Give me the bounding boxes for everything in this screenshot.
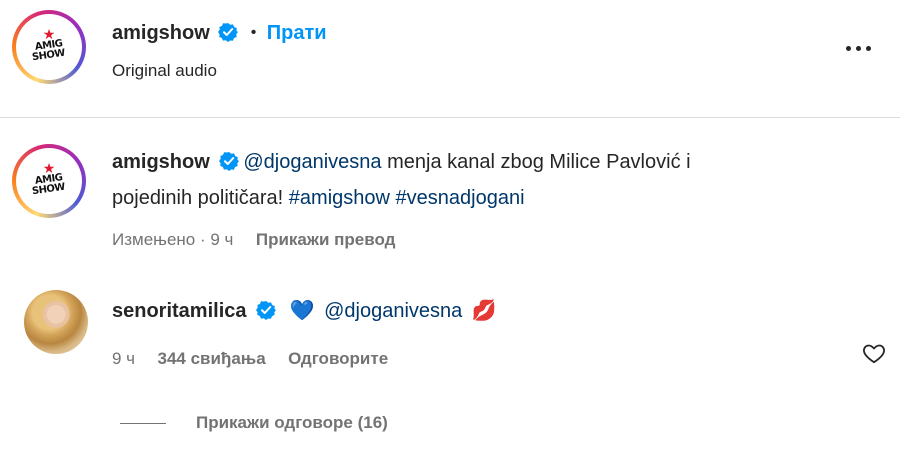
amigshow-logo: ★ AMIG SHOW (20, 18, 78, 76)
amigshow-logo: ★ AMIG SHOW (20, 152, 78, 210)
separator-dot: • (250, 24, 257, 41)
like-comment-button[interactable] (862, 342, 886, 364)
more-horizontal-icon (846, 45, 871, 51)
view-replies-button[interactable]: Прикажи одговоре (16) (120, 413, 388, 433)
caption-meta: Измењено · 9 ч Прикажи превод (112, 230, 395, 250)
caption-text-line1: menja kanal zbog Milice Pavlović i (381, 151, 691, 173)
commenter-avatar[interactable] (24, 290, 88, 354)
header-subtitle[interactable]: Original audio (112, 61, 217, 81)
caption-username[interactable]: amigshow (112, 151, 210, 173)
caption-mention-link[interactable]: @djoganivesna (243, 151, 381, 173)
more-options-button[interactable] (846, 38, 876, 58)
lips-emoji: 💋 (471, 300, 497, 322)
comment-likes-count[interactable]: 344 свиђања (158, 349, 266, 368)
header-avatar[interactable]: ★ AMIG SHOW (12, 10, 86, 84)
caption-edited-time: Измењено · 9 ч (112, 230, 234, 249)
view-replies-label: Прикажи одговоре (16) (196, 413, 388, 432)
see-translation-button[interactable]: Прикажи превод (256, 230, 396, 249)
verified-badge-icon (218, 23, 239, 42)
header-divider (0, 117, 900, 118)
hashtag-link-vesnadjogani[interactable]: #vesnadjogani (396, 187, 525, 209)
replies-line-divider (120, 422, 166, 424)
verified-badge-icon (219, 152, 240, 171)
comment-mention-link[interactable]: @djoganivesna (324, 300, 462, 322)
logo-text-line2: SHOW (31, 181, 67, 198)
verified-badge-icon (256, 301, 277, 320)
follow-button[interactable]: Прати (267, 22, 327, 44)
comment-meta: 9 ч 344 свиђања Одговорите (112, 349, 388, 369)
comment-body: senoritamilica 💙 @djoganivesna 💋 (112, 298, 497, 323)
header-title-row: amigshow • Прати (112, 22, 327, 45)
hashtag-link-amigshow[interactable]: #amigshow (289, 187, 390, 209)
logo-text-line2: SHOW (31, 47, 67, 64)
header-username[interactable]: amigshow (112, 22, 210, 44)
caption-avatar[interactable]: ★ AMIG SHOW (12, 144, 86, 218)
heart-outline-icon (863, 344, 885, 364)
comment-username[interactable]: senoritamilica (112, 300, 247, 322)
blue-heart-emoji: 💙 (289, 300, 315, 322)
reply-button[interactable]: Одговорите (288, 349, 388, 368)
comment-time: 9 ч (112, 349, 136, 368)
caption-text-line2: pojedinih političara! (112, 187, 289, 209)
caption-body: amigshow @djoganivesna menja kanal zbog … (112, 144, 772, 216)
